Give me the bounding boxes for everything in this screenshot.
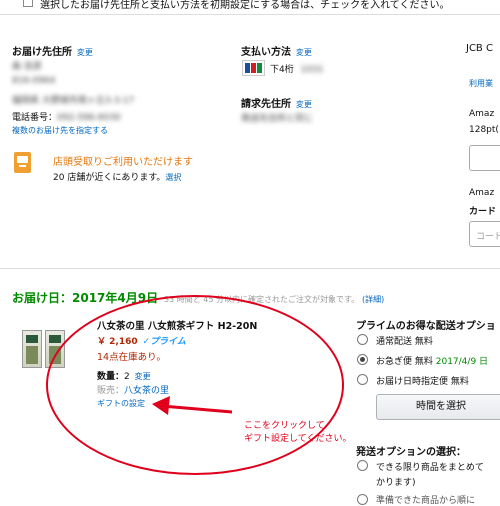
prime-options-heading: プライムのお得な配送オプショ: [356, 321, 496, 332]
option-consolidate-line2: かります): [376, 478, 416, 488]
option-express-date: 2017/4/9 日: [435, 357, 489, 367]
radio-scheduled-shipping[interactable]: [357, 374, 368, 385]
ship-options-heading: 発送オプションの選択：: [356, 447, 466, 458]
annotation-line-2: ギフト設定してください。: [244, 434, 352, 444]
option-express-label: お急ぎ便 無料: [376, 357, 433, 367]
annotation-arrow-head: [152, 396, 170, 415]
annotation-text: ここをクリックして ギフト設定してください。: [244, 420, 351, 446]
option-scheduled-label: お届け日時指定便 無料: [376, 377, 469, 387]
option-express-row: お急ぎ便 無料 2017/4/9 日: [376, 354, 488, 367]
radio-consolidate[interactable]: [357, 460, 368, 471]
radio-standard-shipping[interactable]: [357, 334, 368, 345]
radio-express-shipping[interactable]: [357, 354, 368, 365]
option-standard-label: 通常配送 無料: [376, 337, 433, 347]
annotation-line-1: ここをクリックして: [244, 421, 325, 431]
annotation-arrow-line: [161, 404, 233, 414]
select-time-button[interactable]: 時間を選択: [376, 394, 500, 420]
option-consolidate-line1: できる限り商品をまとめて: [376, 463, 484, 473]
annotation-circle: [46, 295, 344, 475]
